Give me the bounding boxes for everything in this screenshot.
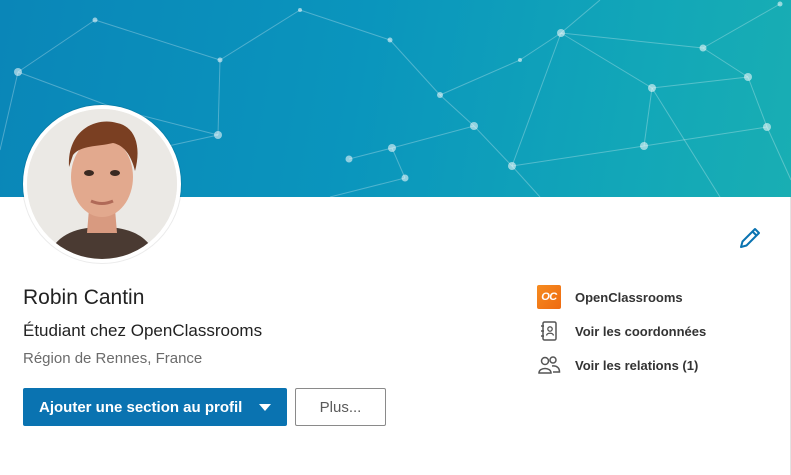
avatar-portrait xyxy=(27,109,177,259)
pencil-icon xyxy=(740,228,760,248)
sidebar-item-label: Voir les coordonnées xyxy=(575,323,707,339)
more-button[interactable]: Plus... xyxy=(295,388,386,426)
profile-headline: Étudiant chez OpenClassrooms xyxy=(23,321,263,340)
edit-profile-button[interactable] xyxy=(736,224,764,252)
add-profile-section-button[interactable]: Ajouter une section au profil xyxy=(23,388,287,426)
caret-down-icon xyxy=(259,404,271,411)
sidebar-item-openclassrooms[interactable]: OC OpenClassrooms xyxy=(537,285,683,309)
sidebar-item-connections[interactable]: Voir les relations (1) xyxy=(537,353,698,377)
profile-location: Région de Rennes, France xyxy=(23,350,203,367)
profile-name: Robin Cantin xyxy=(23,286,145,309)
people-icon xyxy=(537,353,561,377)
contact-book-icon xyxy=(537,319,561,343)
sidebar-item-contact-info[interactable]: Voir les coordonnées xyxy=(537,319,706,343)
profile-photo[interactable] xyxy=(23,105,181,263)
sidebar-item-label: OpenClassrooms xyxy=(575,289,683,305)
profile-card: Robin Cantin Étudiant chez OpenClassroom… xyxy=(0,0,791,475)
add-profile-section-label: Ajouter une section au profil xyxy=(39,398,243,416)
openclassrooms-logo: OC xyxy=(537,285,561,309)
openclassrooms-logo-icon: OC xyxy=(537,285,561,309)
sidebar-item-label: Voir les relations (1) xyxy=(575,357,699,373)
